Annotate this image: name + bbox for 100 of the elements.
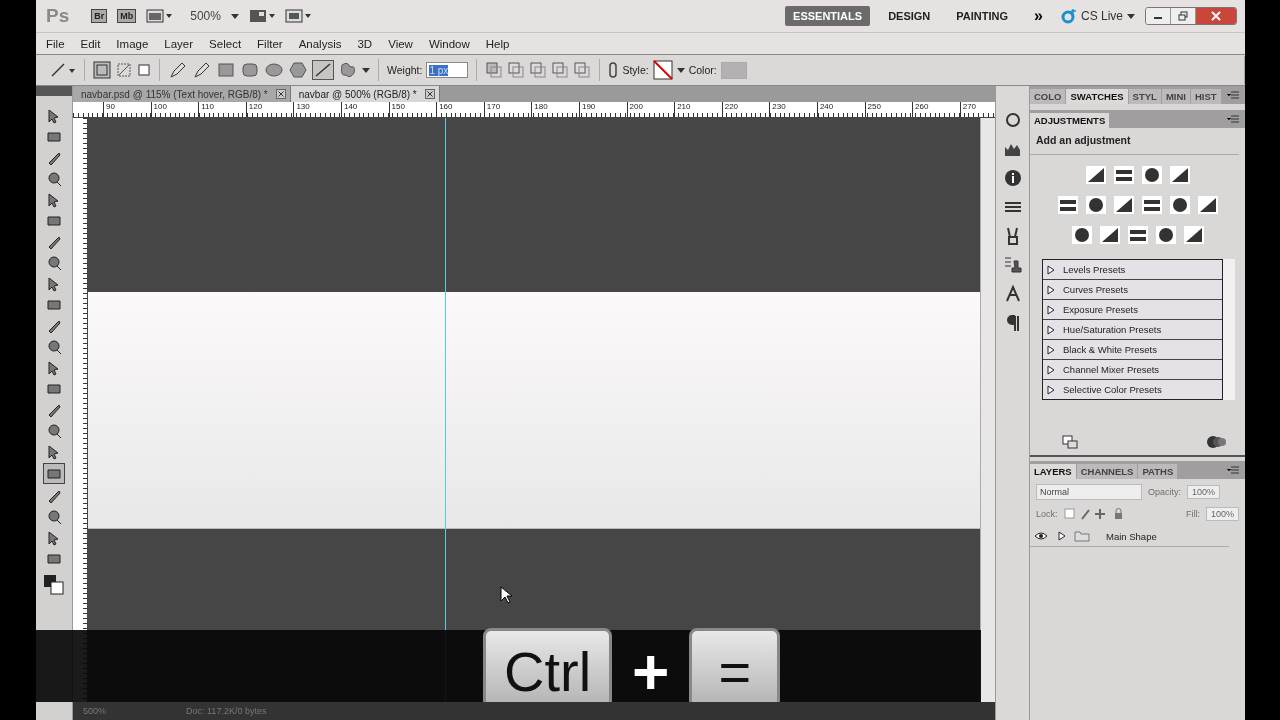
panel-menu-icon[interactable] bbox=[1227, 466, 1239, 474]
caret-icon[interactable] bbox=[362, 67, 370, 73]
paths-icon[interactable] bbox=[115, 61, 133, 79]
close-button[interactable] bbox=[1196, 8, 1236, 24]
expand-triangle-icon[interactable] bbox=[1047, 384, 1055, 395]
no-style-swatch-icon[interactable] bbox=[652, 60, 673, 80]
caret-icon[interactable] bbox=[230, 13, 239, 19]
rounded-rectangle-icon[interactable] bbox=[240, 61, 260, 79]
zoom-readout: 500% bbox=[83, 706, 107, 716]
screen-mode-icon[interactable] bbox=[284, 9, 311, 23]
ruler-label: 190 bbox=[578, 102, 627, 117]
weight-field[interactable]: 1 px bbox=[426, 62, 469, 78]
expand-triangle-icon[interactable] bbox=[1047, 324, 1055, 335]
caret-icon[interactable] bbox=[1127, 13, 1135, 19]
menu-item[interactable]: Select bbox=[209, 37, 242, 50]
workspace-button[interactable]: DESIGN bbox=[880, 6, 939, 26]
shape-layers-icon[interactable] bbox=[93, 61, 111, 79]
close-icon[interactable] bbox=[275, 89, 286, 99]
expand-triangle-icon[interactable] bbox=[1047, 284, 1055, 295]
polygon-icon[interactable] bbox=[288, 61, 308, 79]
preset-item[interactable]: Channel Mixer Presets bbox=[1043, 360, 1222, 380]
fill-pixels-icon[interactable] bbox=[137, 63, 151, 77]
document-tab[interactable]: navbar @ 500% (RGB/8) * bbox=[290, 86, 440, 102]
preset-item[interactable]: Black & White Presets bbox=[1043, 340, 1222, 360]
layer-row[interactable]: Main Shape bbox=[1030, 526, 1229, 547]
layout-icon[interactable] bbox=[248, 9, 275, 23]
path-operation-icon[interactable] bbox=[485, 61, 504, 79]
blob-icon[interactable] bbox=[338, 61, 358, 79]
preset-item[interactable]: Hue/Saturation Presets bbox=[1043, 320, 1222, 340]
menu-item[interactable]: File bbox=[46, 37, 65, 50]
workspace-button[interactable]: PAINTING bbox=[948, 6, 1017, 26]
expand-triangle-icon[interactable] bbox=[1047, 304, 1055, 315]
preset-item[interactable]: Selective Color Presets bbox=[1043, 380, 1222, 399]
fill-label: Fill: bbox=[1185, 509, 1200, 519]
expand-triangle-icon[interactable] bbox=[1047, 344, 1055, 355]
menu-item[interactable]: Analysis bbox=[298, 37, 342, 50]
minimize-button[interactable] bbox=[1146, 8, 1171, 24]
panel-tab[interactable]: MINI bbox=[1161, 89, 1190, 104]
menu-item[interactable]: Edit bbox=[80, 37, 101, 50]
panel-menu-icon[interactable] bbox=[1227, 91, 1239, 99]
clip-layer-icon[interactable] bbox=[1062, 435, 1078, 449]
panel-tab[interactable]: CHANNELS bbox=[1076, 464, 1138, 479]
menu-item[interactable]: 3D bbox=[357, 37, 373, 50]
eye-icon[interactable] bbox=[1034, 531, 1048, 541]
preset-item[interactable]: Exposure Presets bbox=[1043, 300, 1222, 320]
preset-label: Black & White Presets bbox=[1063, 344, 1157, 355]
expand-triangle-icon[interactable] bbox=[1047, 264, 1055, 275]
close-icon bbox=[1211, 11, 1221, 21]
zoom-level[interactable]: 500% bbox=[190, 9, 221, 23]
panel-tab[interactable]: SWATCHES bbox=[1066, 89, 1128, 104]
panel-tab[interactable]: ADJUSTMENTS bbox=[1030, 113, 1110, 128]
ring-icon bbox=[1060, 8, 1077, 24]
more-workspaces-button[interactable]: » bbox=[1026, 7, 1051, 25]
restore-button[interactable] bbox=[1171, 8, 1196, 24]
opacity-label: Opacity: bbox=[1148, 487, 1181, 497]
document-tab[interactable]: navbar.psd @ 115% (Text hover, RGB/8) * bbox=[73, 86, 291, 102]
lock-label: Lock: bbox=[1036, 509, 1058, 519]
color-label: Color: bbox=[688, 64, 717, 76]
mini-bridge-button[interactable]: Mb bbox=[117, 9, 137, 23]
panel-menu-icon[interactable] bbox=[1227, 115, 1239, 123]
pen-plus-icon[interactable] bbox=[192, 61, 212, 79]
line-tool-icon[interactable] bbox=[50, 62, 76, 78]
document-info: Doc: 117.2K/0 bytes bbox=[186, 706, 267, 716]
preset-item[interactable]: Curves Presets bbox=[1043, 280, 1222, 300]
film-strip-icon[interactable] bbox=[146, 9, 173, 23]
menu-item[interactable]: Help bbox=[485, 37, 510, 50]
chain-link-icon[interactable] bbox=[608, 62, 619, 78]
panel-tab[interactable]: HIST bbox=[1190, 89, 1221, 104]
stamp-list-icon[interactable] bbox=[1002, 255, 1023, 275]
workspace-button[interactable]: ESSENTIALS bbox=[785, 6, 871, 26]
fill-field[interactable]: 100% bbox=[1205, 507, 1239, 521]
list-scrollbar[interactable] bbox=[1223, 259, 1235, 400]
ellipse-icon[interactable] bbox=[264, 61, 284, 79]
expand-triangle-icon[interactable] bbox=[1058, 531, 1066, 541]
menu-item[interactable]: Window bbox=[428, 37, 470, 50]
panel-tab[interactable]: LAYERS bbox=[1030, 464, 1076, 479]
panel-tab[interactable]: PATHS bbox=[1138, 464, 1178, 479]
panel-tab[interactable]: COLO bbox=[1030, 89, 1066, 104]
menu-item[interactable]: Layer bbox=[164, 37, 194, 50]
menu-item[interactable]: Image bbox=[116, 37, 149, 50]
caret-icon[interactable] bbox=[676, 67, 685, 73]
vertical-scrollbar[interactable] bbox=[980, 118, 995, 702]
bridge-button[interactable]: Br bbox=[91, 9, 108, 23]
preset-item[interactable]: Levels Presets bbox=[1043, 260, 1222, 280]
blend-mode-dropdown[interactable]: Normal bbox=[1036, 484, 1142, 500]
panel-tab[interactable]: STYL bbox=[1128, 89, 1161, 104]
cs-live-button[interactable]: CS Live bbox=[1060, 8, 1135, 24]
menu-item[interactable]: Filter bbox=[257, 37, 283, 50]
preset-label: Selective Color Presets bbox=[1063, 384, 1162, 395]
menu-item[interactable]: View bbox=[388, 37, 413, 50]
ruler-label: 230 bbox=[769, 102, 817, 117]
color-swatches-icon[interactable] bbox=[43, 574, 65, 596]
opacity-field[interactable]: 100% bbox=[1187, 485, 1221, 499]
preset-label: Channel Mixer Presets bbox=[1063, 364, 1160, 375]
ruler-label: 220 bbox=[721, 102, 770, 117]
ruler-label: 250 bbox=[864, 102, 913, 117]
color-swatch[interactable] bbox=[720, 61, 747, 79]
expand-triangle-icon[interactable] bbox=[1047, 364, 1055, 375]
info-icon[interactable] bbox=[1002, 168, 1023, 188]
close-icon[interactable] bbox=[424, 89, 435, 99]
